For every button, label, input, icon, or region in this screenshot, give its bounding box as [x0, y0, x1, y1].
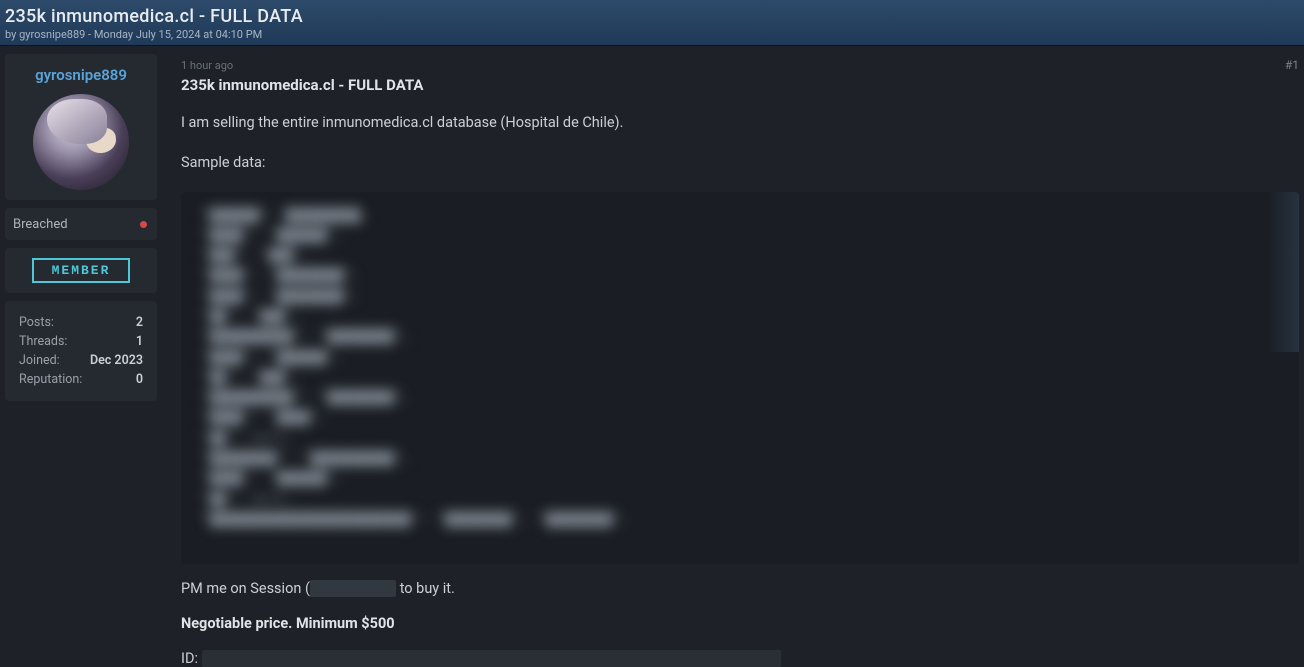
stat-label: Joined:	[19, 353, 60, 368]
pm-suffix: to buy it.	[396, 580, 455, 597]
post-number-link[interactable]: #1	[1285, 58, 1299, 72]
sample-data-block[interactable]: "██████": █████████, "████": "██████", "…	[181, 192, 1299, 564]
stat-value: 0	[136, 372, 143, 387]
username-link[interactable]: gyrosnipe889	[13, 66, 149, 84]
stat-label: Reputation:	[19, 372, 82, 387]
stat-label: Threads:	[19, 334, 67, 349]
user-card: gyrosnipe889	[5, 54, 157, 200]
stat-value: Dec 2023	[90, 353, 143, 368]
user-stats-card: Posts: 2 Threads: 1 Joined: Dec 2023 Rep…	[5, 301, 157, 401]
member-badge-card: MEMBER	[5, 248, 157, 293]
stat-row-reputation: Reputation: 0	[19, 370, 143, 389]
thread-timestamp: Monday July 15, 2024 at 04:10 PM	[94, 28, 262, 41]
avatar[interactable]	[33, 94, 129, 190]
stat-value: 2	[136, 315, 143, 330]
stat-label: Posts:	[19, 315, 54, 330]
byline-prefix: by	[5, 28, 19, 41]
post-intro: I am selling the entire inmunomedica.cl …	[181, 112, 1299, 134]
id-label: ID:	[181, 650, 198, 667]
user-panel: gyrosnipe889 Breached MEMBER Posts: 2 Th…	[5, 54, 157, 667]
thread-author-link[interactable]: gyrosnipe889	[19, 28, 85, 41]
post-meta: 1 hour ago #1	[181, 58, 1299, 72]
content-wrap: gyrosnipe889 Breached MEMBER Posts: 2 Th…	[0, 46, 1304, 667]
byline-sep: -	[85, 28, 94, 41]
post-body: 1 hour ago #1 235k inmunomedica.cl - FUL…	[181, 54, 1299, 667]
post-title: 235k inmunomedica.cl - FULL DATA	[181, 76, 1299, 94]
rank-row: Breached	[13, 217, 149, 232]
status-dot-icon	[140, 221, 147, 228]
stat-row-posts: Posts: 2	[19, 313, 143, 332]
stat-value: 1	[136, 334, 143, 349]
id-redacted: ████████████████████████████████████████…	[202, 650, 781, 667]
pm-line: PM me on Session (████████ to buy it.	[181, 580, 1299, 597]
member-badge: MEMBER	[32, 258, 131, 283]
sample-blur-content: "██████": █████████, "████": "██████", "…	[181, 192, 1299, 564]
post-time-ago: 1 hour ago	[181, 59, 233, 72]
rank-label: Breached	[13, 217, 68, 232]
thread-title: 235k inmunomedica.cl - FULL DATA	[5, 6, 1296, 27]
scrollbar-hint[interactable]	[1267, 192, 1299, 352]
id-line: ID: ████████████████████████████████████…	[181, 650, 1299, 667]
thread-byline: by gyrosnipe889 - Monday July 15, 2024 a…	[5, 28, 1296, 41]
sample-data-label: Sample data:	[181, 152, 1299, 174]
thread-header: 235k inmunomedica.cl - FULL DATA by gyro…	[0, 0, 1304, 46]
pm-redacted: ████████	[310, 580, 396, 597]
stat-row-joined: Joined: Dec 2023	[19, 351, 143, 370]
price-line: Negotiable price. Minimum $500	[181, 615, 1299, 632]
stat-row-threads: Threads: 1	[19, 332, 143, 351]
user-rank-card: Breached	[5, 208, 157, 240]
pm-prefix: PM me on Session (	[181, 580, 310, 597]
